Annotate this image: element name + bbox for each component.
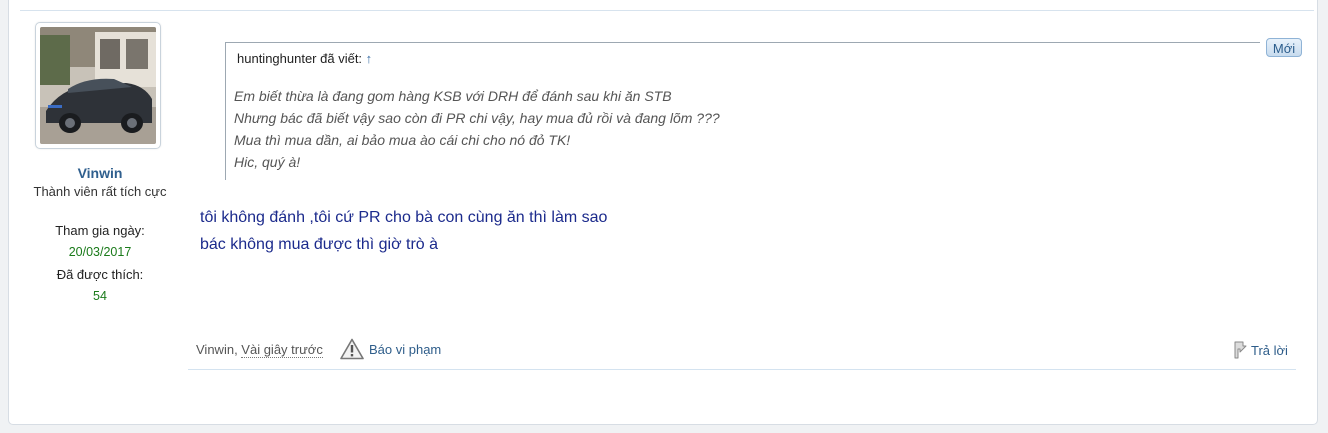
quote-header: huntinghunter đã viết: ↑ — [237, 51, 372, 66]
quote-line: Em biết thừa là đang gom hàng KSB với DR… — [234, 88, 672, 104]
top-divider — [20, 10, 1314, 11]
page: Vinwin Thành viên rất tích cực Tham gia … — [0, 0, 1328, 433]
quote-line: Mua thì mua dần, ai bảo mua ào cái chi c… — [234, 132, 571, 148]
quote-author: huntinghunter đã viết: — [237, 51, 363, 66]
avatar[interactable] — [35, 22, 161, 149]
joined-label: Tham gia ngày: — [55, 223, 145, 238]
reply-label: Trả lời — [1251, 342, 1288, 358]
warning-icon — [340, 338, 364, 360]
user-title: Thành viên rất tích cực — [33, 184, 167, 199]
report-link[interactable]: Báo vi phạm — [340, 337, 441, 361]
likes-value: 54 — [93, 289, 107, 303]
post-time[interactable]: Vài giây trước — [241, 342, 323, 358]
post-meta: Vinwin, Vài giây trước — [196, 342, 323, 358]
avatar-image — [40, 27, 156, 144]
reply-button[interactable]: Trả lời — [1232, 340, 1288, 360]
new-badge: Mới — [1266, 38, 1302, 57]
post-author-link[interactable]: Vinwin — [196, 342, 234, 357]
quote-line: Nhưng bác đã biết vậy sao còn đi PR chi … — [234, 110, 720, 126]
message-line: bác không mua được thì giờ trò à — [200, 236, 439, 253]
username[interactable]: Vinwin — [0, 165, 200, 181]
likes-label: Đã được thích: — [56, 267, 144, 282]
quote-block: huntinghunter đã viết: ↑ Em biết thừa là… — [225, 42, 1260, 180]
message-line: tôi không đánh ,tôi cứ PR cho bà con cùn… — [200, 209, 608, 226]
footer-divider — [188, 369, 1296, 370]
quote-jump-link[interactable]: ↑ — [366, 51, 373, 66]
joined-value: 20/03/2017 — [68, 245, 132, 259]
reply-icon — [1234, 341, 1247, 359]
quote-line: Hic, quý à! — [234, 154, 301, 170]
report-label: Báo vi phạm — [369, 341, 442, 357]
